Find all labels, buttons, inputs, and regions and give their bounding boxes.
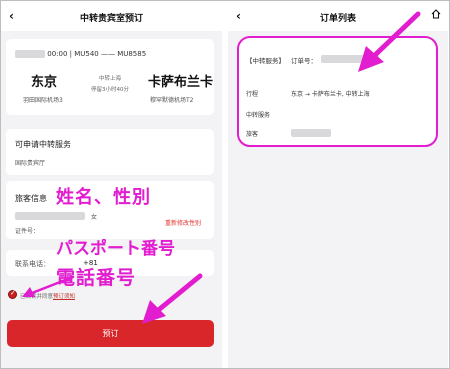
service-card [6, 129, 214, 175]
agree-checkbox[interactable] [8, 289, 17, 299]
services-title: 可申请中转服务 [15, 140, 71, 149]
redacted-passenger [291, 129, 331, 137]
order-list-screen: ‹ 订单列表 【中转服务】 订单号： 行程 东京 → 卡萨布兰卡, 中转上海 中… [228, 1, 448, 368]
destination-airport: 穆罕默德机场T2 [150, 97, 194, 104]
trip-value: 东京 → 卡萨布兰卡, 中转上海 [291, 91, 370, 98]
destination-city: 卡萨布兰卡 [148, 75, 214, 90]
redacted-name [15, 212, 85, 220]
book-button[interactable]: 预订 [7, 320, 214, 347]
flight-number: 00:00 | MU540 —— MU8585 [15, 50, 146, 58]
order-service-label: 【中转服务】 [246, 57, 285, 65]
passenger-title: 旅客信息 [15, 194, 47, 203]
phone-label: 联系电话： [15, 260, 50, 268]
annotation-name-gender: 姓名、性別 [56, 187, 151, 208]
home-icon[interactable] [431, 9, 441, 19]
agreement-text: 已阅读并同意预订须知 [20, 294, 76, 300]
service-item[interactable]: 国际贵宾厅 [15, 158, 45, 167]
order-card[interactable]: 【中转服务】 订单号： 行程 东京 → 卡萨布兰卡, 中转上海 中转服务 旅客 [237, 36, 438, 147]
redacted-date [15, 50, 45, 58]
redacted-order-number [321, 55, 379, 63]
annotation-phone: 電話番号 [56, 267, 137, 289]
booking-screen: ‹ 中转贵宾室预订 00:00 | MU540 —— MU8585 东京 羽田国… [1, 1, 222, 368]
order-number-label: 订单号： [291, 57, 317, 65]
passenger-row-label: 旅客 [246, 131, 259, 138]
order-header: ‹ 订单列表 [228, 1, 448, 31]
passenger-gender: 女 [91, 214, 98, 221]
trip-label: 行程 [246, 91, 259, 98]
via-label: 中转上海 [98, 76, 121, 82]
service-row-label: 中转服务 [246, 112, 271, 119]
booking-terms-link[interactable]: 预订须知 [53, 294, 75, 300]
id-label: 证件号： [15, 228, 40, 235]
page-title: 中转贵宾室预订 [79, 14, 143, 24]
origin-city: 东京 [31, 75, 58, 90]
layover-duration: 停留3小时40分 [91, 87, 129, 93]
annotation-passport: パスポート番号 [56, 239, 175, 259]
page-title: 订单列表 [319, 14, 356, 24]
booking-header: ‹ 中转贵宾室预订 [1, 1, 222, 31]
edit-gender-link[interactable]: 重新修改性别 [165, 218, 201, 227]
origin-airport: 羽田国际机场3 [23, 97, 63, 104]
